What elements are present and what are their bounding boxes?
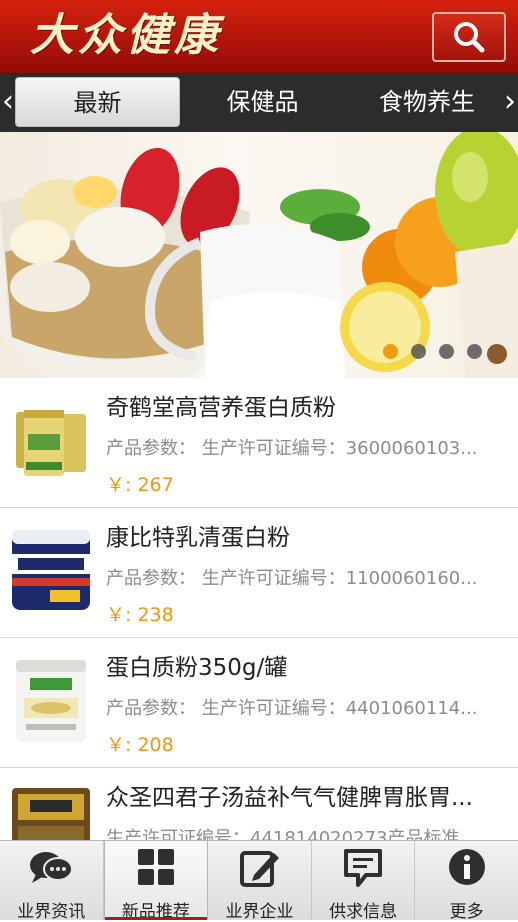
nav-tab-label: 更多 — [449, 902, 484, 922]
category-tab-health-products[interactable]: 保健品 — [185, 77, 340, 127]
product-price: ￥: 238 — [106, 604, 174, 626]
product-params: 产品参数： 生产许可证编号：4401060114... — [106, 698, 478, 719]
nav-tab-new-products[interactable]: 新品推荐 — [103, 841, 209, 922]
category-tab-food-health[interactable]: 食物养生 — [352, 77, 502, 127]
carousel-dot[interactable] — [439, 344, 454, 359]
info-icon — [448, 849, 485, 885]
nav-tab-label: 业界资讯 — [17, 902, 86, 922]
chevron-right-icon[interactable]: › — [502, 74, 518, 132]
product-name: 蛋白质粉350g/罐 — [106, 655, 288, 681]
category-bar: ‹ 最新 保健品 食物养生 › — [0, 74, 518, 132]
bottom-navigation: 业界资讯 新品推荐 业界企业 供求信息 更多 — [0, 840, 518, 922]
grid-icon — [137, 849, 174, 885]
edit-icon — [240, 851, 280, 887]
product-price: ￥: 267 — [106, 474, 174, 496]
chat-bubbles-icon — [30, 852, 74, 883]
nav-tab-industry-companies[interactable]: 业界企业 — [208, 841, 312, 922]
app-logo: 大众健康 — [30, 10, 222, 61]
nav-tab-label: 供求信息 — [329, 902, 398, 922]
banner-carousel[interactable] — [0, 132, 518, 378]
banner-image — [0, 132, 518, 378]
nav-tab-supply-demand[interactable]: 供求信息 — [312, 841, 416, 922]
chevron-left-icon[interactable]: ‹ — [0, 74, 16, 132]
product-price: ￥: 208 — [106, 734, 174, 756]
product-image — [16, 410, 86, 476]
carousel-dot[interactable] — [467, 344, 482, 359]
product-item[interactable]: 蛋白质粉350g/罐 产品参数： 生产许可证编号：4401060114... ￥… — [0, 638, 518, 768]
product-name: 奇鹤堂高营养蛋白质粉 — [106, 395, 336, 421]
product-params: 产品参数： 生产许可证编号：1100060160... — [106, 568, 478, 589]
product-item[interactable]: 奇鹤堂高营养蛋白质粉 产品参数： 生产许可证编号：3600060103... ￥… — [0, 378, 518, 508]
product-image — [12, 530, 90, 610]
app-header: 大众健康 — [0, 0, 518, 74]
search-icon — [454, 22, 485, 53]
nav-tab-more[interactable]: 更多 — [415, 841, 518, 922]
carousel-dot[interactable] — [383, 344, 398, 359]
category-tab-latest[interactable]: 最新 — [15, 77, 180, 127]
carousel-dots — [383, 344, 482, 359]
product-list: 奇鹤堂高营养蛋白质粉 产品参数： 生产许可证编号：3600060103... ￥… — [0, 378, 518, 898]
nav-tab-label: 业界企业 — [225, 902, 294, 922]
product-item[interactable]: 康比特乳清蛋白粉 产品参数： 生产许可证编号：1100060160... ￥: … — [0, 508, 518, 638]
carousel-dot[interactable] — [411, 344, 426, 359]
product-image — [16, 660, 86, 742]
nav-tab-industry-news[interactable]: 业界资讯 — [0, 841, 104, 922]
product-name: 众圣四君子汤益补气气健脾胃胀胃... — [106, 785, 473, 811]
product-name: 康比特乳清蛋白粉 — [106, 525, 290, 551]
message-icon — [344, 849, 383, 887]
search-button[interactable] — [432, 12, 506, 62]
product-params: 产品参数： 生产许可证编号：3600060103... — [106, 438, 478, 459]
